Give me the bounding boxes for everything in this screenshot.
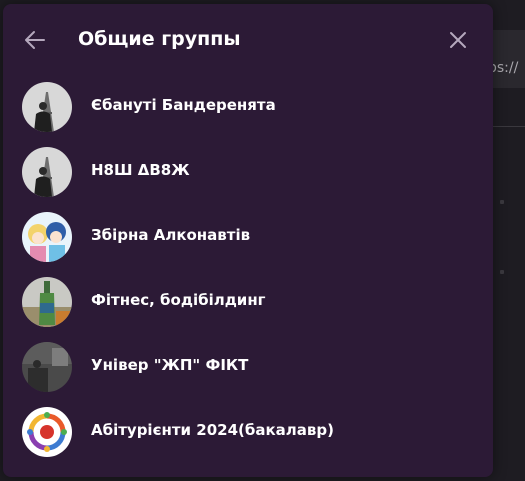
- colorful-logo-icon: [22, 407, 72, 457]
- group-avatar: [22, 212, 72, 262]
- group-name: Єбануті Бандеренята: [91, 96, 276, 114]
- group-item[interactable]: Збірна Алконавтів: [3, 204, 493, 269]
- green-bottle-icon: [22, 277, 72, 327]
- dark-room-photo-icon: [22, 342, 72, 392]
- background-dot: [500, 270, 504, 274]
- group-avatar: [22, 147, 72, 197]
- group-item[interactable]: Універ "ЖП" ФІКТ: [3, 334, 493, 399]
- group-item[interactable]: Фітнес, бодібілдинг: [3, 269, 493, 334]
- dialog-header: Общие группы: [3, 4, 493, 76]
- shared-groups-dialog: Общие группы Єбануті Бандеренята Н8Ш ΔВ8…: [3, 4, 493, 477]
- group-name: Н8Ш ΔВ8Ж: [91, 161, 190, 179]
- group-item[interactable]: Абітурієнти 2024(бакалавр): [3, 399, 493, 464]
- group-avatar: [22, 407, 72, 457]
- close-icon: [450, 32, 466, 48]
- group-avatar: [22, 277, 72, 327]
- arrow-left-icon: [25, 31, 45, 49]
- background-divider: [493, 126, 525, 127]
- photo-man-eiffel-tower-icon: [22, 147, 72, 197]
- photo-man-eiffel-tower-icon: [22, 82, 72, 132]
- group-name: Збірна Алконавтів: [91, 226, 251, 244]
- groups-list: Єбануті Бандеренята Н8Ш ΔВ8Ж Збірна Алко…: [3, 74, 493, 464]
- anime-characters-icon: [22, 212, 72, 262]
- group-avatar: [22, 82, 72, 132]
- dialog-title: Общие группы: [78, 28, 241, 50]
- group-name: Фітнес, бодібілдинг: [91, 291, 266, 309]
- back-button[interactable]: [21, 26, 49, 54]
- group-name: Універ "ЖП" ФІКТ: [91, 356, 249, 374]
- group-name: Абітурієнти 2024(бакалавр): [91, 421, 334, 439]
- group-item[interactable]: Єбануті Бандеренята: [3, 74, 493, 139]
- close-button[interactable]: [444, 26, 472, 54]
- background-dot: [500, 200, 504, 204]
- group-item[interactable]: Н8Ш ΔВ8Ж: [3, 139, 493, 204]
- group-avatar: [22, 342, 72, 392]
